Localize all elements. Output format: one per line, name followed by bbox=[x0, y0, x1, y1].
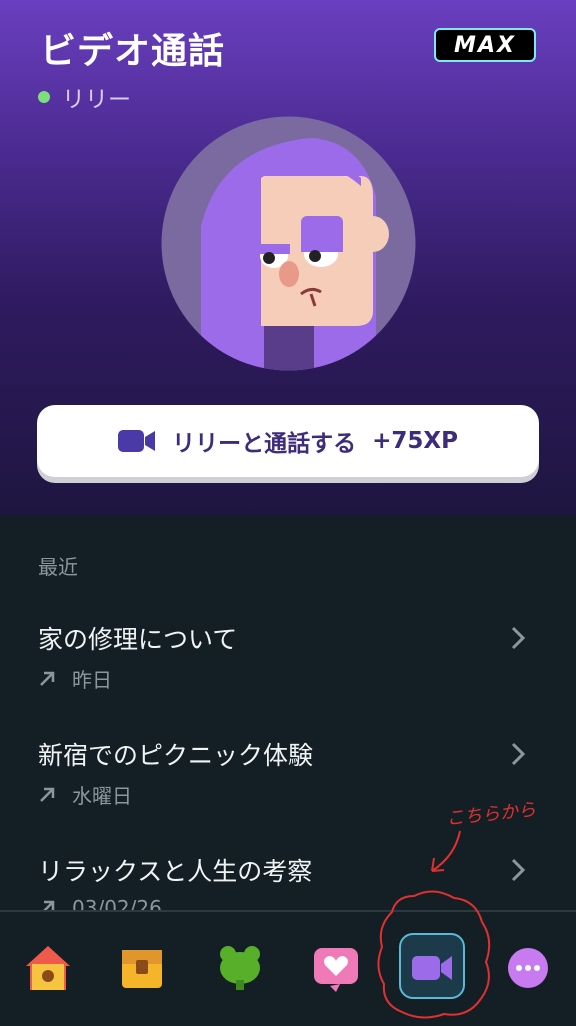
nav-frog[interactable] bbox=[212, 940, 268, 996]
contact-name: リリー bbox=[62, 87, 131, 113]
recent-item-title: リラックスと人生の考察 bbox=[38, 857, 313, 886]
arrow-up-right-icon bbox=[40, 671, 55, 686]
annotation-arrow bbox=[431, 830, 461, 872]
call-button-xp: +75XP bbox=[372, 428, 458, 454]
recent-label: 最近 bbox=[38, 555, 78, 579]
call-button-label: リリーと通話する bbox=[172, 431, 357, 457]
call-lily-button[interactable]: リリーと通話する +75XP bbox=[37, 405, 539, 477]
recent-item-title: 新宿でのピクニック体験 bbox=[38, 741, 314, 770]
treasure-chest-icon bbox=[122, 950, 162, 988]
bottom-nav bbox=[0, 890, 576, 1026]
contact-status: リリー bbox=[38, 80, 131, 114]
recent-item-time: 水曜日 bbox=[72, 784, 132, 808]
chevron-right-icon bbox=[511, 626, 526, 650]
avatar bbox=[161, 116, 416, 371]
recent-item-subtitle: 昨日 bbox=[38, 664, 112, 693]
home-icon bbox=[26, 946, 70, 990]
chevron-right-icon bbox=[511, 858, 526, 882]
online-status-icon bbox=[38, 91, 50, 103]
arrow-up-right-icon bbox=[40, 787, 55, 802]
nav-chest[interactable] bbox=[114, 940, 170, 996]
recent-item-title: 家の修理について bbox=[38, 625, 238, 654]
heart-message-icon bbox=[314, 948, 358, 992]
frog-icon bbox=[220, 946, 260, 990]
annotation-circle bbox=[377, 890, 491, 1019]
nav-more[interactable] bbox=[500, 940, 556, 996]
nav-home[interactable] bbox=[20, 940, 76, 996]
max-badge[interactable]: MAX bbox=[434, 28, 536, 62]
chevron-right-icon bbox=[511, 742, 526, 766]
nav-heart[interactable] bbox=[308, 940, 364, 996]
more-icon bbox=[508, 948, 548, 988]
hero-section: ビデオ通話 MAX リリー リリーと通話する +75XP bbox=[0, 0, 576, 515]
page-title: ビデオ通話 bbox=[40, 31, 226, 72]
recent-item-time: 昨日 bbox=[72, 668, 112, 692]
recent-item-subtitle: 水曜日 bbox=[38, 780, 132, 809]
video-camera-icon bbox=[118, 430, 156, 452]
